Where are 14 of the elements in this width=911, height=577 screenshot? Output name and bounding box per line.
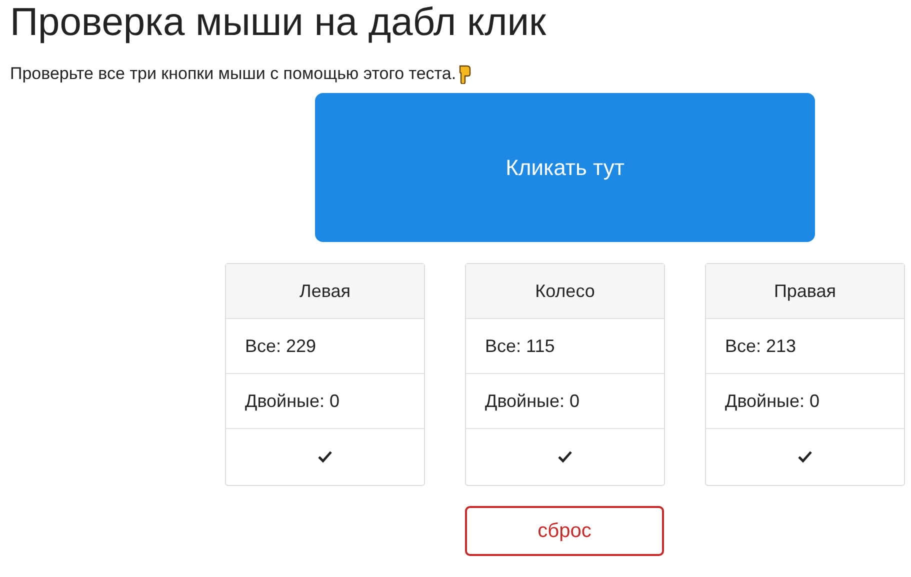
double-count: Двойные: 0 — [485, 390, 580, 412]
page-title: Проверка мыши на дабл клик — [10, 0, 548, 46]
instruction-text: Проверьте все три кнопки мыши с помощью этого теста. — [10, 64, 456, 84]
reset-button[interactable]: сброс — [465, 506, 664, 556]
total-count: Все: 115 — [485, 336, 555, 356]
pointing-hand-icon — [457, 64, 474, 84]
total-count: Все: 229 — [245, 336, 316, 356]
card-header: Правая — [774, 280, 836, 302]
card-header: Колесо — [535, 280, 595, 302]
double-count: Двойные: 0 — [245, 390, 340, 412]
double-count: Двойные: 0 — [725, 390, 820, 412]
click-area-button[interactable]: Кликать тут — [315, 93, 815, 242]
total-count: Все: 213 — [725, 336, 796, 356]
card-header: Левая — [300, 280, 350, 302]
